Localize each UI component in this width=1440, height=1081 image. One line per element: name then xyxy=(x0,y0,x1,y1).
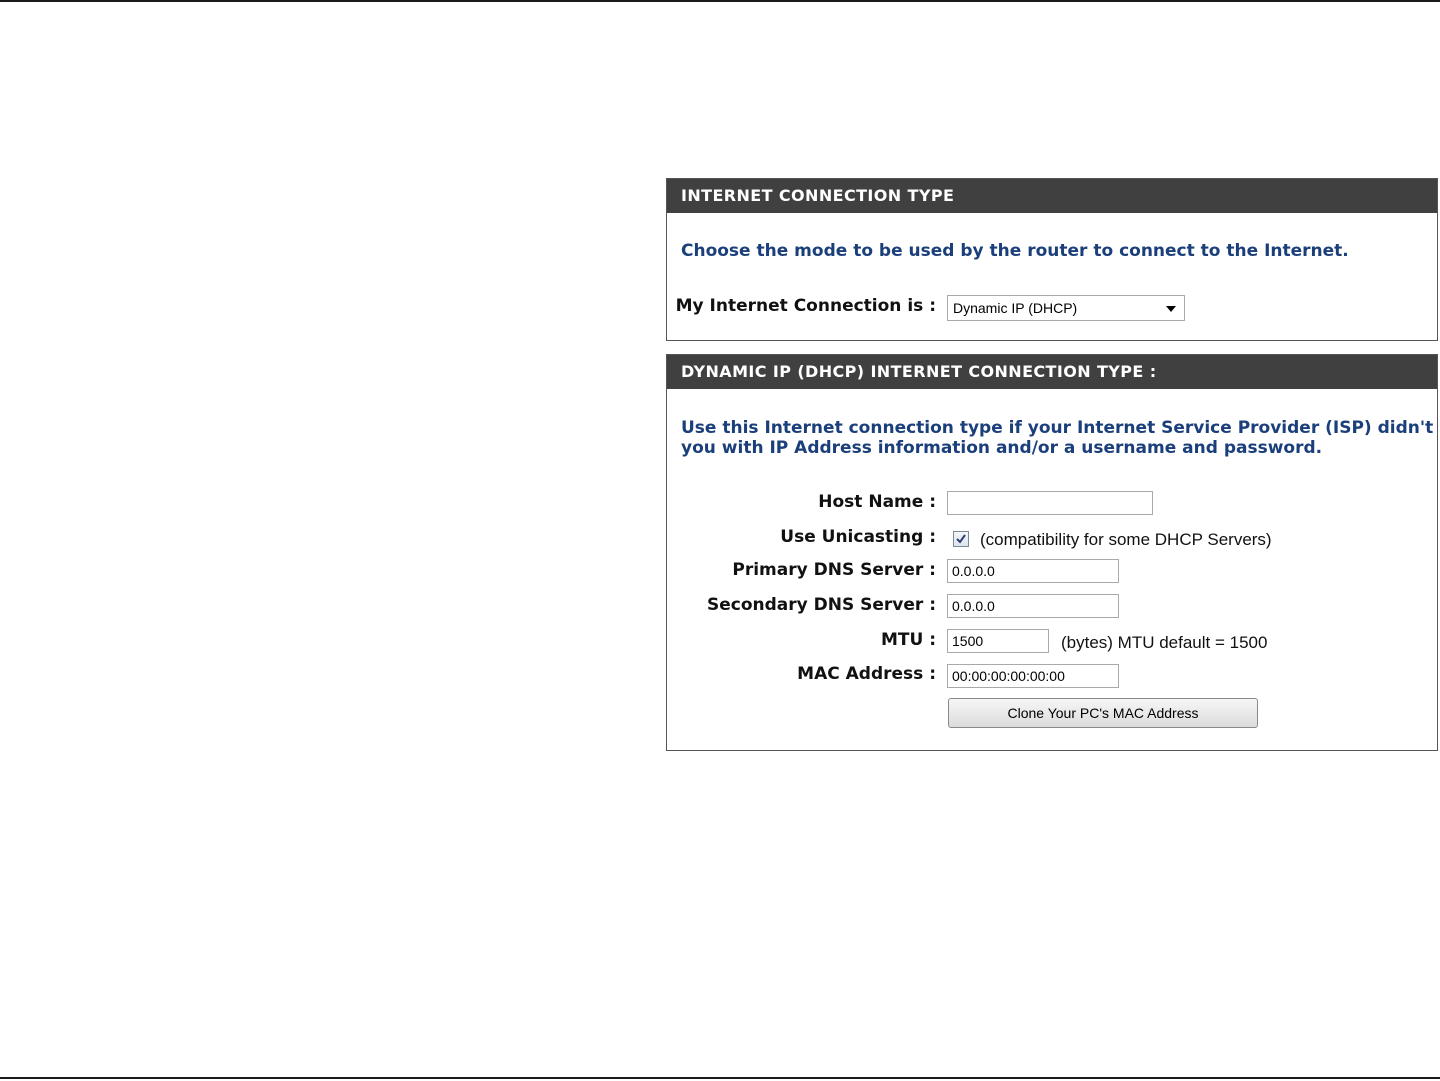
connection-type-selected: Dynamic IP (DHCP) xyxy=(953,300,1078,316)
connection-type-description: Choose the mode to be used by the router… xyxy=(681,241,1349,261)
panel-header: INTERNET CONNECTION TYPE xyxy=(667,179,1437,213)
host-name-label: Host Name : xyxy=(818,492,936,512)
host-name-input[interactable] xyxy=(947,491,1153,515)
clone-mac-button[interactable]: Clone Your PC's MAC Address xyxy=(948,698,1258,728)
panel-header: DYNAMIC IP (DHCP) INTERNET CONNECTION TY… xyxy=(667,355,1437,389)
bottom-rule xyxy=(0,1077,1440,1079)
mtu-input[interactable] xyxy=(947,629,1049,653)
dhcp-settings-panel: DYNAMIC IP (DHCP) INTERNET CONNECTION TY… xyxy=(666,354,1440,751)
secondary-dns-label: Secondary DNS Server : xyxy=(706,595,936,615)
unicasting-checkbox[interactable] xyxy=(953,531,969,547)
dhcp-description-line1: Use this Internet connection type if you… xyxy=(681,418,1440,438)
primary-dns-input[interactable] xyxy=(947,559,1119,583)
dhcp-description-line2: you with IP Address information and/or a… xyxy=(681,438,1323,458)
secondary-dns-input[interactable] xyxy=(947,594,1119,618)
primary-dns-label: Primary DNS Server : xyxy=(732,560,936,580)
internet-connection-type-panel: INTERNET CONNECTION TYPE Choose the mode… xyxy=(666,178,1438,341)
mac-address-input[interactable] xyxy=(947,664,1119,688)
unicasting-note: (compatibility for some DHCP Servers) xyxy=(980,530,1272,549)
connection-type-select[interactable]: Dynamic IP (DHCP) xyxy=(947,295,1185,321)
mtu-note: (bytes) MTU default = 1500 xyxy=(1061,633,1268,652)
unicasting-label: Use Unicasting : xyxy=(780,527,936,547)
connection-type-label: My Internet Connection is : xyxy=(675,296,936,316)
mac-address-label: MAC Address : xyxy=(797,664,936,684)
mtu-label: MTU : xyxy=(880,630,936,650)
top-rule xyxy=(0,0,1440,2)
chevron-down-icon xyxy=(1166,306,1176,312)
check-icon xyxy=(956,534,966,544)
